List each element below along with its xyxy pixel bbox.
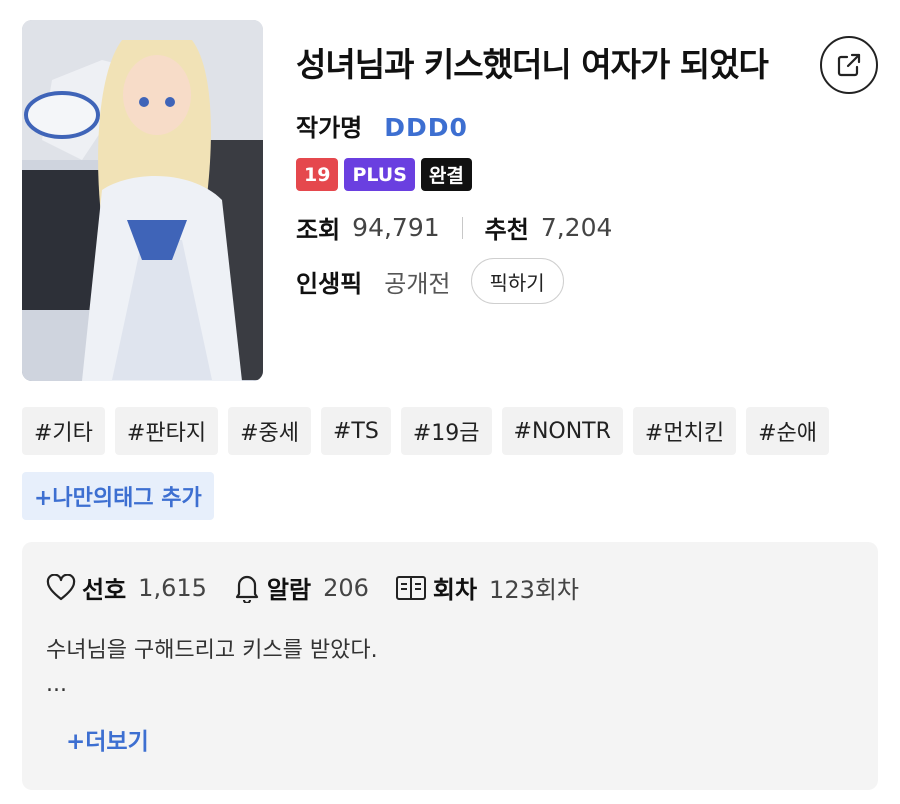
cover-image[interactable]	[22, 20, 263, 381]
share-button[interactable]	[820, 36, 878, 94]
life-pick-status: 공개전	[384, 269, 451, 298]
heart-icon	[46, 573, 76, 600]
author-row: 작가명 DDD0	[296, 108, 468, 143]
add-my-tag-button[interactable]: +나만의태그 추가	[22, 472, 214, 520]
episodes-value: 123회차	[489, 576, 580, 604]
author-name-link[interactable]: DDD0	[384, 113, 468, 142]
recommend-label: 추천	[484, 216, 529, 244]
episodes-label: 회차	[432, 576, 478, 604]
life-pick-row: 인생픽 공개전 픽하기	[296, 258, 564, 304]
tag-list: #기타 #판타지 #중세 #TS #19금 #NONTR #먼치킨 #순애	[22, 407, 882, 455]
tag-item[interactable]: #먼치킨	[632, 407, 737, 455]
tag-item[interactable]: #TS	[321, 407, 391, 455]
tag-item[interactable]: #판타지	[114, 407, 219, 455]
pick-button[interactable]: 픽하기	[470, 258, 564, 304]
tag-item[interactable]: #19금	[400, 407, 492, 455]
author-label: 작가명	[296, 114, 363, 142]
alarm-label: 알람	[266, 576, 312, 604]
synopsis: 수녀님을 구해드리고 키스를 받았다. ...	[46, 634, 378, 702]
tag-item[interactable]: #순애	[746, 407, 829, 455]
favorite-label: 선호	[82, 576, 127, 604]
tag-item[interactable]: #기타	[22, 407, 105, 455]
stats-row: 조회 94,791 추천 7,204	[296, 210, 612, 245]
episodes-item[interactable]: 회차 123회차	[395, 570, 579, 605]
complete-badge: 완결	[420, 158, 472, 191]
tag-item[interactable]: #NONTR	[501, 407, 623, 455]
alarm-value: 206	[323, 573, 369, 602]
read-more-button[interactable]: +더보기	[66, 722, 149, 756]
meta-row: 선호 1,615 알람 206 회차 123회차	[46, 570, 605, 605]
alarm-item[interactable]: 알람 206	[233, 570, 369, 605]
tag-item[interactable]: #중세	[228, 407, 311, 455]
synopsis-line: 수녀님을 구해드리고 키스를 받았다.	[46, 638, 378, 663]
info-card: 선호 1,615 알람 206 회차 123회차 수녀님을 구해드리고 키스를 …	[22, 542, 878, 790]
work-title: 성녀님과 키스했더니 여자가 되었다	[296, 45, 769, 84]
plus-badge: PLUS	[344, 158, 415, 191]
badges: 19 PLUS 완결	[296, 158, 472, 191]
synopsis-ellipsis: ...	[46, 672, 67, 697]
favorite-item[interactable]: 선호 1,615	[46, 570, 207, 605]
views-value: 94,791	[352, 213, 440, 242]
life-pick-label: 인생픽	[296, 269, 363, 298]
views-label: 조회	[296, 216, 341, 244]
age-badge: 19	[296, 158, 339, 191]
favorite-value: 1,615	[138, 573, 207, 602]
stat-divider	[461, 216, 463, 239]
recommend-value: 7,204	[540, 213, 613, 242]
bell-icon	[235, 575, 258, 603]
share-icon	[837, 53, 861, 77]
episode-list-icon	[395, 575, 426, 600]
